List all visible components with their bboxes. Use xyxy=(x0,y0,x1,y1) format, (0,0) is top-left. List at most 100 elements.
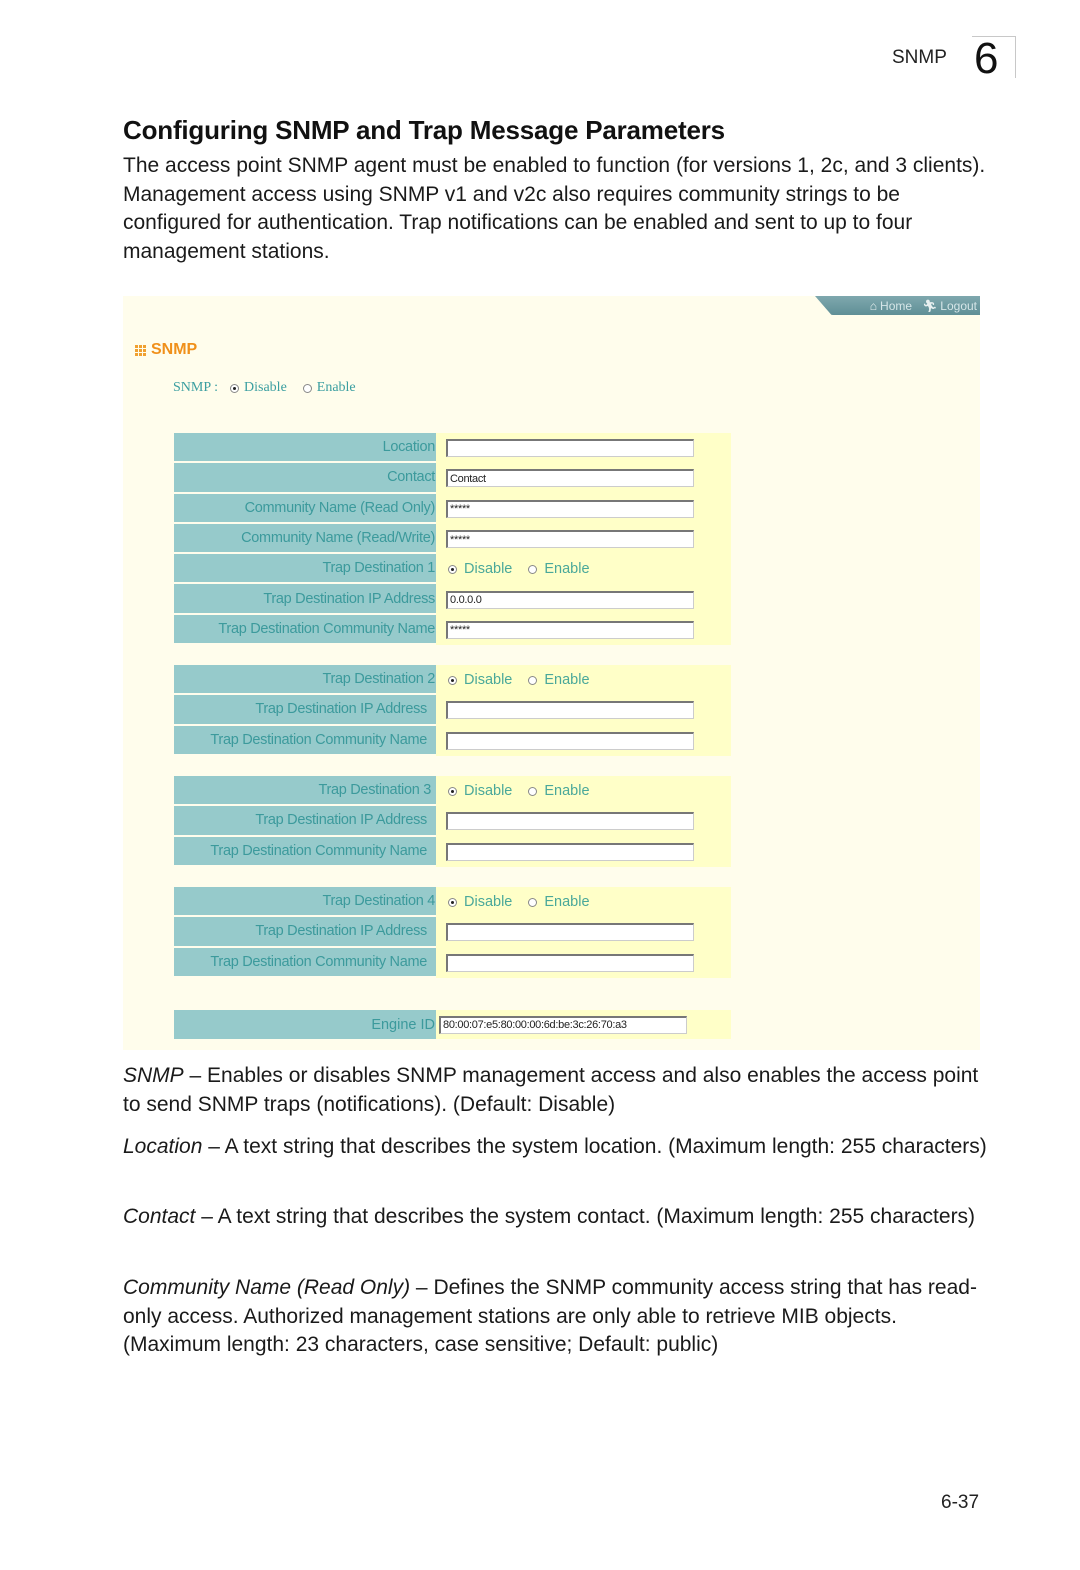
home-label: Home xyxy=(880,298,913,313)
radio-label: Disable xyxy=(244,380,287,395)
trap-3-group: Trap Destination 3 Disable Enable Trap D… xyxy=(174,776,731,867)
radio-unselected-icon xyxy=(528,897,538,907)
trap-dest-1-row: Trap Destination 1 Disable Enable xyxy=(174,554,731,585)
radio-label: Enable xyxy=(544,894,590,911)
radio-selected-icon xyxy=(448,786,457,796)
trap-3-community-input[interactable] xyxy=(446,842,694,861)
trap-1-enable-radio[interactable]: Enable xyxy=(528,561,590,577)
snmp-enable-radio[interactable]: Enable xyxy=(302,380,356,396)
page-number: 6-37 xyxy=(941,1492,980,1513)
trap-2-ip-row: Trap Destination IP Address xyxy=(174,695,731,726)
radio-unselected-icon xyxy=(302,383,312,393)
snmp-toggle: SNMP : Disable Enable xyxy=(173,380,366,396)
trap-3-disable-radio[interactable]: Disable xyxy=(448,783,512,799)
description-contact: Contact – A text string that describes t… xyxy=(123,1203,993,1232)
trap-1-ip-label: Trap Destination IP Address xyxy=(174,584,436,615)
trap-1-community-row: Trap Destination Community Name ***** xyxy=(174,614,731,646)
trap-4-community-input[interactable] xyxy=(446,953,694,972)
description-snmp: SNMP – Enables or disables SNMP manageme… xyxy=(123,1062,993,1119)
trap-dest-4-row: Trap Destination 4 Disable Enable xyxy=(174,887,731,918)
community-ro-label: Community Name (Read Only) xyxy=(174,493,436,524)
panel-title-text: SNMP xyxy=(151,341,198,358)
trap-4-ip-row: Trap Destination IP Address xyxy=(174,917,731,948)
engine-id-input[interactable]: 80:00:07:e5:80:00:00:6d:be:3c:26:70:a3 xyxy=(439,1015,687,1034)
community-rw-input[interactable]: ***** xyxy=(446,530,694,549)
definition: – Enables or disables SNMP management ac… xyxy=(123,1064,979,1116)
contact-row: Contact Contact xyxy=(174,463,731,494)
term: Community Name (Read Only) xyxy=(123,1276,411,1299)
trap-2-ip-label: Trap Destination IP Address xyxy=(174,695,436,726)
general-fields-group: Location Contact Contact Community Name … xyxy=(174,433,731,646)
engine-id-label: Engine ID xyxy=(174,1010,436,1039)
trap-3-ip-input[interactable] xyxy=(446,812,694,831)
radio-label: Enable xyxy=(544,783,590,800)
grid-icon xyxy=(135,344,146,356)
definition: – A text string that describes the syste… xyxy=(195,1205,976,1228)
trap-dest-2-row: Trap Destination 2 Disable Enable xyxy=(174,665,731,696)
description-community-ro: Community Name (Read Only) – Defines the… xyxy=(123,1274,993,1360)
home-link[interactable]: ⌂ Home xyxy=(870,299,912,313)
radio-selected-icon xyxy=(448,897,457,907)
trap-2-community-row: Trap Destination Community Name xyxy=(174,725,731,756)
radio-label: Enable xyxy=(544,672,590,689)
trap-4-ip-input[interactable] xyxy=(446,923,694,942)
trap-3-enable-radio[interactable]: Enable xyxy=(528,783,590,800)
trap-dest-4-label: Trap Destination 4 xyxy=(174,887,436,918)
trap-4-disable-radio[interactable]: Disable xyxy=(448,894,512,910)
intro-paragraph: The access point SNMP agent must be enab… xyxy=(123,154,986,263)
trap-4-community-row: Trap Destination Community Name xyxy=(174,947,731,978)
trap-dest-1-label: Trap Destination 1 xyxy=(174,554,436,585)
radio-label: Disable xyxy=(464,561,513,578)
radio-label: Disable xyxy=(464,783,513,800)
trap-dest-3-row: Trap Destination 3 Disable Enable xyxy=(174,776,731,807)
section-title: Configuring SNMP and Trap Message Parame… xyxy=(123,115,725,145)
radio-unselected-icon xyxy=(528,675,538,685)
trap-1-ip-input[interactable]: 0.0.0.0 xyxy=(446,590,694,609)
trap-4-enable-radio[interactable]: Enable xyxy=(528,894,590,911)
radio-label: Disable xyxy=(464,672,513,689)
snmp-config-screenshot: ⌂ Home 🏃︎ Logout SNMP SNMP : Disable Enabl… xyxy=(123,296,980,1050)
community-ro-row: Community Name (Read Only) ***** xyxy=(174,493,731,524)
trap-1-ip-row: Trap Destination IP Address 0.0.0.0 xyxy=(174,584,731,615)
trap-2-enable-radio[interactable]: Enable xyxy=(528,672,590,689)
nav-tab: ⌂ Home 🏃︎ Logout xyxy=(815,296,980,315)
radio-unselected-icon xyxy=(528,564,538,574)
engine-id-row: Engine ID 80:00:07:e5:80:00:00:6d:be:3c:… xyxy=(174,1010,731,1039)
contact-input[interactable]: Contact xyxy=(446,469,694,488)
description-location: Location – A text string that describes … xyxy=(123,1133,993,1162)
logout-link[interactable]: 🏃︎ Logout xyxy=(922,299,977,313)
snmp-label: SNMP : xyxy=(173,380,219,395)
trap-2-ip-input[interactable] xyxy=(446,701,694,720)
home-icon: ⌂ xyxy=(869,298,878,313)
trap-1-disable-radio[interactable]: Disable xyxy=(448,561,512,577)
panel-title: SNMP xyxy=(135,341,197,359)
location-input[interactable] xyxy=(446,439,694,458)
term: Contact xyxy=(123,1205,196,1228)
running-header-section: SNMP xyxy=(892,47,947,68)
community-rw-row: Community Name (Read/Write) ***** xyxy=(174,523,731,555)
trap-2-community-input[interactable] xyxy=(446,731,694,750)
trap-4-ip-label: Trap Destination IP Address xyxy=(174,917,436,948)
community-rw-label: Community Name (Read/Write) xyxy=(174,523,436,555)
trap-dest-3-label: Trap Destination 3 xyxy=(174,776,436,807)
trap-2-group: Trap Destination 2 Disable Enable Trap D… xyxy=(174,665,731,756)
logout-icon: 🏃︎ xyxy=(922,298,938,313)
term: SNMP xyxy=(123,1064,184,1087)
definition: – A text string that describes the syste… xyxy=(202,1135,987,1158)
trap-2-disable-radio[interactable]: Disable xyxy=(448,672,512,688)
trap-2-community-label: Trap Destination Community Name xyxy=(174,725,436,756)
term: Location xyxy=(123,1135,203,1158)
trap-dest-2-label: Trap Destination 2 xyxy=(174,665,436,696)
trap-1-community-input[interactable]: ***** xyxy=(446,620,694,639)
trap-4-group: Trap Destination 4 Disable Enable Trap D… xyxy=(174,887,731,978)
radio-selected-icon xyxy=(448,675,457,685)
trap-3-community-label: Trap Destination Community Name xyxy=(174,836,436,867)
contact-label: Contact xyxy=(174,463,436,494)
snmp-disable-radio[interactable]: Disable xyxy=(230,380,287,396)
radio-unselected-icon xyxy=(528,786,538,796)
chapter-number: 6 xyxy=(972,36,1016,81)
radio-selected-icon xyxy=(448,564,457,574)
community-ro-input[interactable]: ***** xyxy=(446,499,694,518)
location-row: Location xyxy=(174,433,731,464)
trap-4-community-label: Trap Destination Community Name xyxy=(174,947,436,978)
